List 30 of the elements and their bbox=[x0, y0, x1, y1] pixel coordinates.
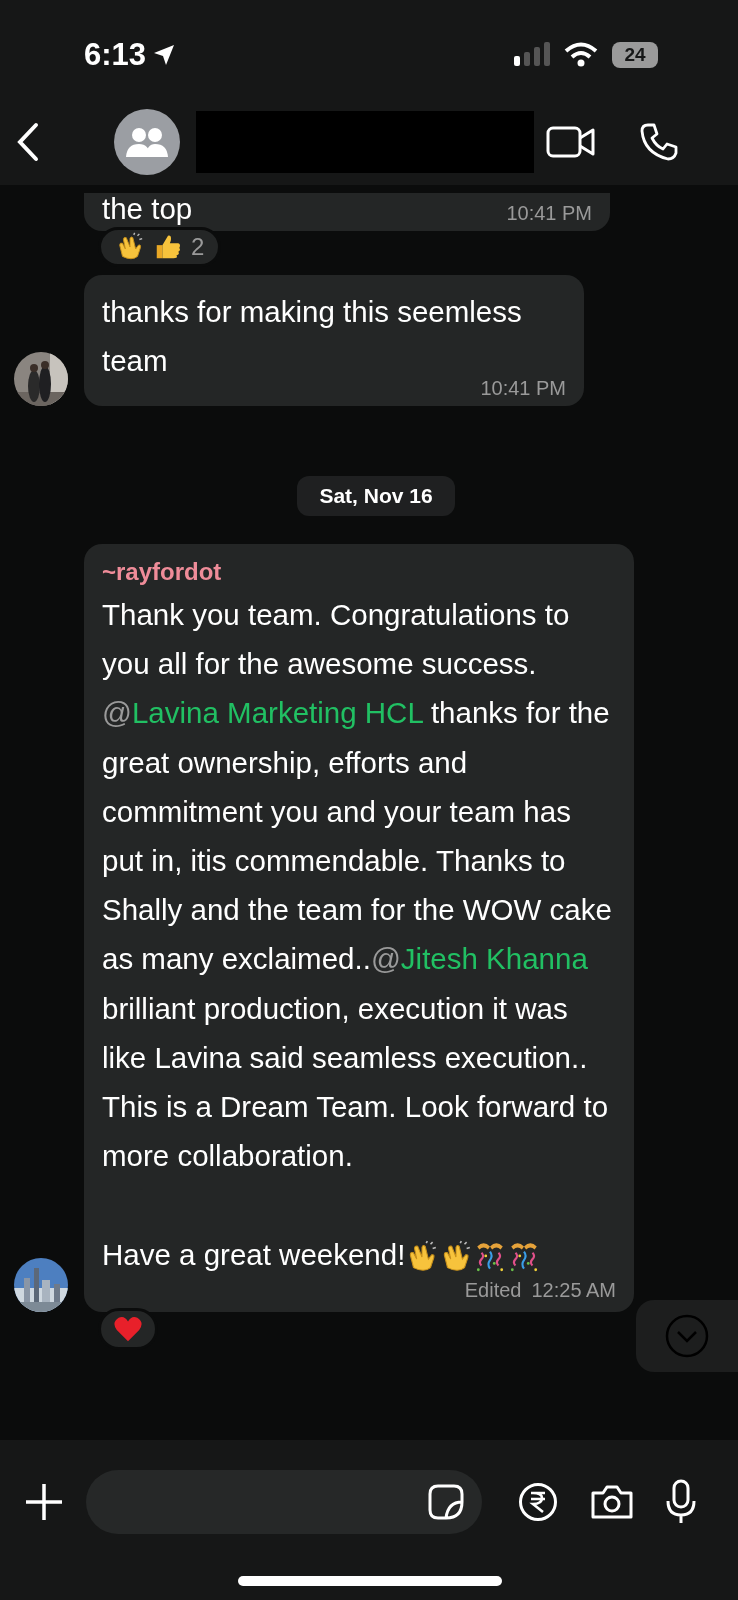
edited-label: Edited bbox=[464, 1278, 522, 1302]
sticker-icon[interactable] bbox=[428, 1484, 464, 1520]
message-text: Thank you team. Congratulations to you all for the awesome success. @Lavina Marketing HCL thanks for the great ownership, efforts and commitment you and your team has put in, itis commendable. Thanks to Shally and the team for the WOW cake as many exclaimed..@Jitesh Khanna brilliant production, execution it was like Lavina said seamless execution.. This is a Dream Team. Look forward to more collaboration. Have a great weekend! bbox=[102, 590, 616, 1279]
chevron-down-icon bbox=[665, 1314, 709, 1358]
microphone-icon[interactable] bbox=[666, 1479, 696, 1525]
date-chip: Sat, Nov 16 bbox=[297, 476, 455, 516]
message-time: 10:41 PM bbox=[479, 377, 566, 400]
phone-icon[interactable] bbox=[640, 123, 678, 161]
video-call-icon[interactable] bbox=[546, 125, 596, 159]
wifi-icon bbox=[564, 41, 598, 68]
message-bubble[interactable] bbox=[84, 544, 634, 1312]
mention-link[interactable]: @Lavina Marketing HCL bbox=[102, 696, 423, 730]
reaction-count: 2 bbox=[191, 233, 205, 261]
status-time: 6:13 bbox=[84, 36, 147, 73]
mention-link[interactable]: @Jitesh Khanna bbox=[370, 942, 588, 976]
message-bubble[interactable]: thanks for making this seemless team 10:41 PM bbox=[84, 275, 584, 406]
heart-icon bbox=[113, 1314, 143, 1343]
message-text: thanks for making this seemless team bbox=[102, 294, 523, 379]
sender-name: ~rayfordot bbox=[102, 558, 223, 586]
back-icon[interactable] bbox=[16, 122, 40, 162]
camera-icon[interactable] bbox=[590, 1484, 634, 1520]
group-icon bbox=[125, 126, 169, 158]
message-bubble[interactable]: the top 10:41 PM bbox=[84, 193, 610, 231]
signal-icon bbox=[514, 41, 550, 68]
message-time: 12:25 AM bbox=[531, 1278, 616, 1302]
message-time: 10:41 PM bbox=[506, 202, 592, 225]
message-text: the top bbox=[102, 193, 193, 225]
rupee-icon[interactable] bbox=[518, 1482, 558, 1522]
location-arrow-icon bbox=[152, 42, 177, 67]
battery-level: 24 bbox=[612, 41, 658, 68]
